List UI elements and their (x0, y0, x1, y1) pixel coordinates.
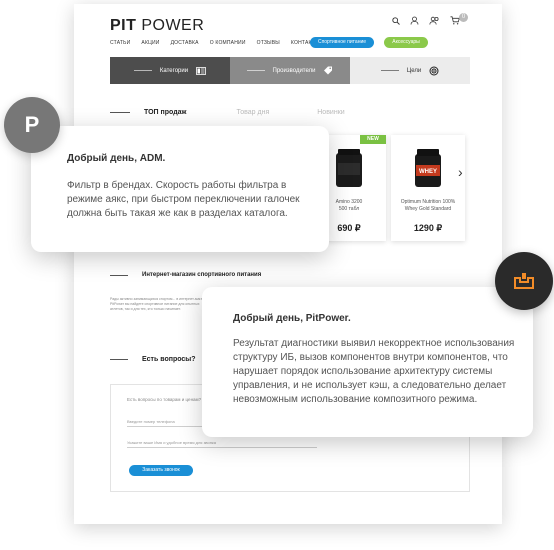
tab-top-sales[interactable]: ТОП продаж (144, 109, 187, 116)
avatar: P (4, 97, 60, 153)
top-navigation: СТАТЬИ АКЦИИ ДОСТАВКА О КОМПАНИИ ОТЗЫВЫ … (110, 40, 320, 46)
category-tab-goals[interactable]: Цели (350, 57, 470, 84)
target-icon (429, 66, 439, 75)
product-image: WHEY (415, 149, 441, 187)
carousel-next-arrow[interactable]: › (458, 164, 463, 180)
message-text: Результат диагностики выявил некорректно… (233, 338, 515, 405)
nav-item-about[interactable]: О КОМПАНИИ (210, 40, 246, 46)
nav-item-articles[interactable]: СТАТЬИ (110, 40, 130, 46)
user-icon[interactable] (410, 16, 419, 25)
bitrix-avatar (495, 252, 553, 310)
form-hint: Есть вопросы по товарам и ценам? (127, 397, 202, 402)
order-call-button[interactable]: Заказать звонок (129, 465, 193, 476)
nav-item-promotions[interactable]: АКЦИИ (141, 40, 159, 46)
new-badge: NEW (360, 135, 386, 144)
category-tab-brands[interactable]: Производители (230, 57, 350, 84)
product-card[interactable]: WHEY Optimum Nutrition 100% Whey Gold Sta… (391, 135, 465, 241)
cart-count-badge: 0 (459, 13, 468, 22)
questions-heading: Есть вопросы? (110, 356, 196, 363)
seo-text: Рады активно занимающихся спортом... в и… (110, 297, 210, 311)
tab-product-of-day[interactable]: Товар дня (237, 109, 270, 116)
bitrix-logo-icon (514, 273, 534, 289)
header-icons (392, 16, 460, 25)
name-time-field[interactable]: Укажите ваше Имя и удобное время для зво… (127, 440, 317, 448)
message-greeting: Добрый день, PitPower. (233, 313, 351, 324)
svg-text:WHEY: WHEY (419, 169, 437, 175)
users-icon[interactable] (429, 16, 440, 25)
tag-icon (324, 66, 333, 75)
support-message-pitpower: Добрый день, PitPower. Результат диагнос… (202, 287, 533, 437)
accessories-button[interactable]: Аксессуары (384, 37, 428, 48)
tab-new[interactable]: Новинки (317, 109, 344, 116)
site-logo[interactable]: PIT POWER (110, 17, 204, 35)
product-tabs: ТОП продаж Товар дня Новинки (110, 109, 345, 116)
message-greeting: Добрый день, ADM. (67, 153, 166, 164)
product-image (336, 149, 362, 187)
support-message-adm: Добрый день, ADM. Фильтр в брендах. Скор… (31, 126, 329, 252)
category-bar: Категории Производители Цели (110, 57, 470, 84)
nav-item-delivery[interactable]: ДОСТАВКА (171, 40, 199, 46)
list-icon (196, 66, 206, 75)
website-mockup: PIT POWER 0 СТАТЬИ АКЦИИ ДОСТАВКА О КОМП… (74, 4, 502, 524)
product-name: Optimum Nutrition 100% Whey Gold Standard (400, 199, 456, 212)
category-tab-categories[interactable]: Категории (110, 57, 230, 84)
search-icon[interactable] (392, 16, 400, 25)
section-heading: Интернет-магазин спортивного питания (110, 272, 261, 278)
product-price: 1290 ₽ (413, 223, 443, 233)
message-text: Фильтр в брендах. Скорость работы фильтр… (67, 180, 300, 219)
nav-item-reviews[interactable]: ОТЗЫВЫ (257, 40, 280, 46)
sport-nutrition-button[interactable]: Спортивное питание (310, 37, 374, 48)
